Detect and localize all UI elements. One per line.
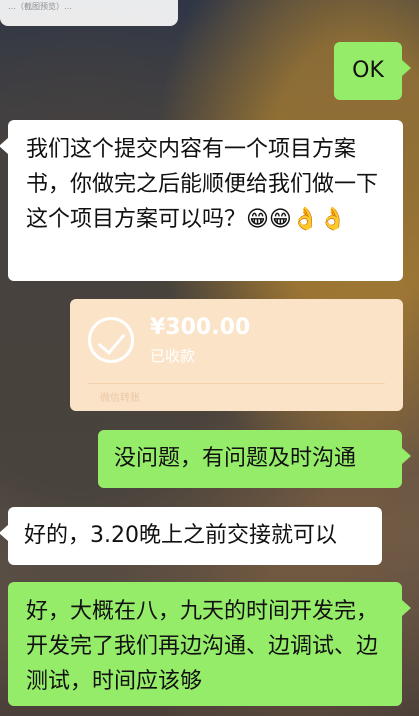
message-text: OK — [352, 58, 384, 83]
transfer-status: 已收款 — [150, 347, 196, 365]
chat-bubble-outgoing-no-problem[interactable]: 没问题，有问题及时沟通 — [98, 430, 411, 488]
transfer-amount: ¥300.00 — [150, 315, 251, 340]
check-circle-icon — [88, 317, 134, 363]
message-text: 我们这个提交内容有一个项目方案书，你做完之后能顺便给我们做一下这个项目方案可以吗… — [26, 137, 379, 232]
previous-message-snippet: …（截图预览）… — [0, 0, 178, 26]
chat-bubble-outgoing-schedule[interactable]: 好，大概在八，九天的时间开发完，开发完了我们再边沟通、边调试、边测试，时间应该够 — [8, 582, 411, 706]
chat-bubble-incoming-deadline[interactable]: 好的，3.20晚上之前交接就可以 — [0, 507, 382, 565]
chat-bubble-incoming-request[interactable]: 我们这个提交内容有一个项目方案书，你做完之后能顺便给我们做一下这个项目方案可以吗… — [0, 120, 403, 281]
message-text: 好的，3.20晚上之前交接就可以 — [24, 523, 337, 548]
chat-bubble-outgoing-ok[interactable]: OK — [334, 42, 411, 100]
transfer-brand-label: 微信转账 — [100, 393, 140, 404]
message-text: 好，大概在八，九天的时间开发完，开发完了我们再边沟通、边调试、边测试，时间应该够 — [26, 599, 379, 694]
wechat-transfer-card[interactable]: ¥300.00 已收款 微信转账 — [70, 299, 403, 411]
transfer-divider — [88, 383, 385, 384]
message-text: 没问题，有问题及时沟通 — [114, 446, 357, 471]
